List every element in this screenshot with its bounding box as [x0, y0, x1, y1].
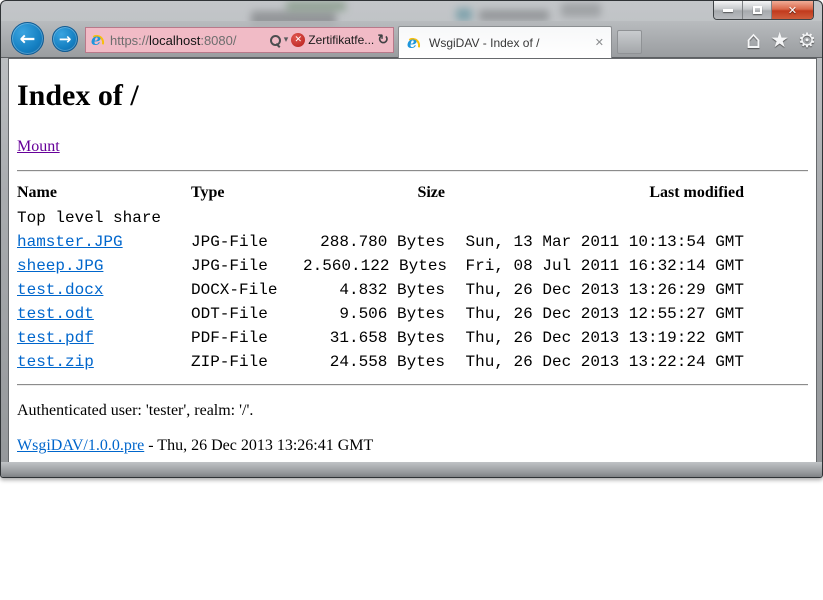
file-type: ODT-File: [191, 302, 303, 326]
restore-icon: [753, 6, 762, 14]
mount-link[interactable]: Mount: [17, 138, 60, 156]
directory-index-page: Index of / Mount Name Type Size Last mod…: [9, 79, 816, 455]
browser-toolbar: ⌂ ★ ⚙: [746, 28, 816, 52]
back-arrow-icon: ←: [20, 28, 36, 50]
url-host: localhost: [149, 33, 200, 48]
browser-window: ✕ ← → e https://localhost:8080/ ▾ ✕ Zert…: [0, 0, 823, 478]
file-link[interactable]: test.docx: [17, 281, 103, 299]
table-row: test.odt ODT-File 9.506 Bytes Thu, 26 De…: [17, 302, 744, 326]
file-modified: Sun, 13 Mar 2011 10:13:54 GMT: [461, 230, 744, 254]
file-modified: Thu, 26 Dec 2013 13:22:24 GMT: [461, 350, 744, 374]
file-modified: Thu, 26 Dec 2013 13:26:29 GMT: [461, 278, 744, 302]
refresh-icon[interactable]: ↻: [377, 32, 389, 48]
server-footer: WsgiDAV/1.0.0.pre - Thu, 26 Dec 2013 13:…: [17, 437, 808, 455]
glass-blur-blob: [286, 1, 346, 11]
file-link[interactable]: sheep.JPG: [17, 257, 103, 275]
gear-icon[interactable]: ⚙: [798, 30, 816, 50]
ie-logo-icon: e: [406, 35, 423, 51]
column-header-type: Type: [191, 180, 303, 206]
minimize-icon: [723, 9, 733, 12]
file-size: 9.506 Bytes: [303, 302, 461, 326]
page-viewport: Index of / Mount Name Type Size Last mod…: [8, 58, 817, 464]
file-link[interactable]: test.pdf: [17, 329, 94, 347]
file-size: 4.832 Bytes: [303, 278, 461, 302]
search-icon[interactable]: [269, 34, 281, 47]
tab-close-icon[interactable]: ✕: [595, 36, 604, 49]
file-type: ZIP-File: [191, 350, 303, 374]
table-header-row: Name Type Size Last modified: [17, 180, 744, 206]
divider: [17, 170, 808, 172]
share-note: Top level share: [17, 206, 744, 230]
minimize-button[interactable]: [714, 1, 743, 19]
glass-blur-blob: [456, 8, 472, 21]
favorites-star-icon[interactable]: ★: [770, 30, 789, 51]
forward-button[interactable]: →: [52, 26, 78, 52]
divider: [17, 384, 808, 386]
table-row: test.zip ZIP-File 24.558 Bytes Thu, 26 D…: [17, 350, 744, 374]
file-type: JPG-File: [191, 230, 303, 254]
file-modified: Thu, 26 Dec 2013 13:19:22 GMT: [461, 326, 744, 350]
url-scheme: https://: [110, 33, 149, 48]
ie-logo-icon: e: [90, 32, 107, 48]
footer-timestamp: - Thu, 26 Dec 2013 13:26:41 GMT: [144, 437, 373, 454]
file-link[interactable]: test.odt: [17, 305, 94, 323]
file-modified: Fri, 08 Jul 2011 16:32:14 GMT: [461, 254, 744, 278]
close-button[interactable]: ✕: [772, 1, 813, 19]
restore-button[interactable]: [743, 1, 772, 19]
file-type: PDF-File: [191, 326, 303, 350]
home-icon[interactable]: ⌂: [746, 28, 761, 52]
file-link[interactable]: hamster.JPG: [17, 233, 123, 251]
file-modified: Thu, 26 Dec 2013 12:55:27 GMT: [461, 302, 744, 326]
file-size: 24.558 Bytes: [303, 350, 461, 374]
table-row: test.pdf PDF-File 31.658 Bytes Thu, 26 D…: [17, 326, 744, 350]
column-header-last-modified: Last modified: [461, 180, 744, 206]
address-bar[interactable]: e https://localhost:8080/ ▾ ✕ Zertifikat…: [85, 27, 394, 53]
table-row: test.docx DOCX-File 4.832 Bytes Thu, 26 …: [17, 278, 744, 302]
file-size: 31.658 Bytes: [303, 326, 461, 350]
new-tab-button[interactable]: [617, 30, 642, 54]
file-link[interactable]: test.zip: [17, 353, 94, 371]
table-row: hamster.JPG JPG-File 288.780 Bytes Sun, …: [17, 230, 744, 254]
file-size: 2.560.122 Bytes: [303, 254, 461, 278]
column-header-name: Name: [17, 180, 191, 206]
certificate-error-button[interactable]: Zertifikatfe...: [308, 33, 374, 47]
certificate-error-icon: ✕: [291, 33, 305, 47]
column-header-size: Size: [303, 180, 461, 206]
share-note-row: Top level share: [17, 206, 744, 230]
url-port-path: :8080/: [200, 33, 236, 48]
wsgidav-version-link[interactable]: WsgiDAV/1.0.0.pre: [17, 437, 144, 454]
file-size: 288.780 Bytes: [303, 230, 461, 254]
file-type: DOCX-File: [191, 278, 303, 302]
chevron-down-icon[interactable]: ▾: [284, 35, 289, 45]
tab-wsgidav[interactable]: e WsgiDAV - Index of / ✕: [398, 26, 612, 58]
file-table-body: Top level share hamster.JPG JPG-File 288…: [17, 206, 744, 374]
tab-title: WsgiDAV - Index of /: [429, 36, 589, 50]
glass-blur-blob: [479, 10, 549, 21]
url-text[interactable]: https://localhost:8080/: [110, 33, 266, 48]
file-table: Name Type Size Last modified Top level s…: [17, 180, 744, 374]
window-controls: ✕: [713, 1, 814, 20]
file-type: JPG-File: [191, 254, 303, 278]
authenticated-user-line: Authenticated user: 'tester', realm: '/'…: [17, 402, 808, 420]
close-icon: ✕: [788, 5, 797, 16]
window-bottom-frame: [1, 462, 822, 477]
glass-blur-blob: [561, 3, 601, 17]
forward-arrow-icon: →: [59, 30, 72, 48]
table-row: sheep.JPG JPG-File 2.560.122 Bytes Fri, …: [17, 254, 744, 278]
back-button[interactable]: ←: [11, 22, 44, 55]
page-title: Index of /: [17, 79, 808, 113]
